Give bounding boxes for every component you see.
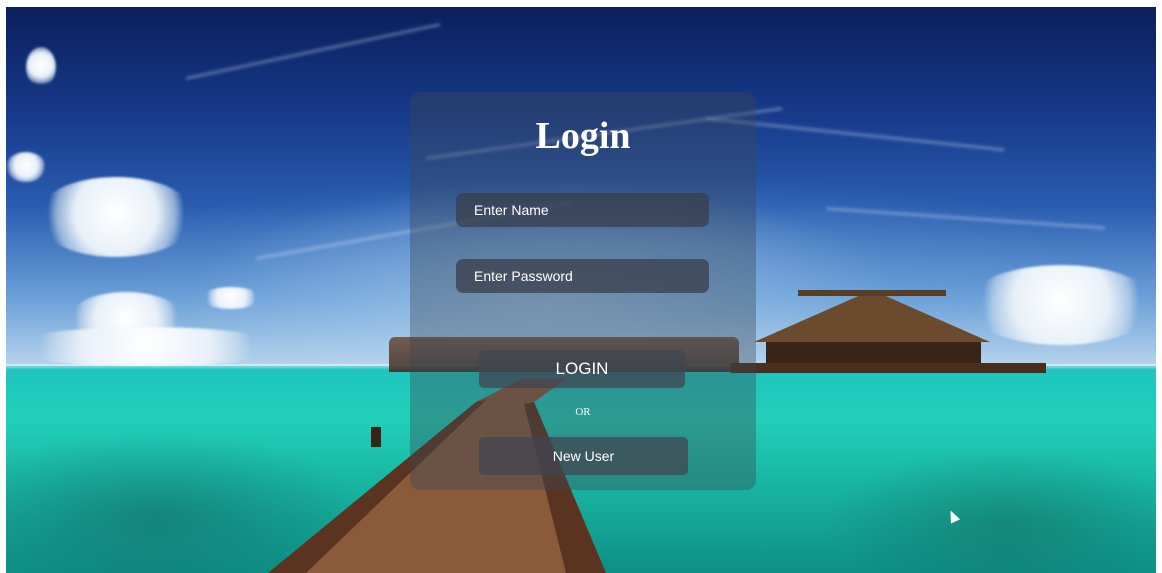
post [371,427,381,447]
page-background: Login LOGIN OR New User [6,7,1156,573]
login-title: Login [535,115,631,157]
login-panel: Login LOGIN OR New User [410,92,756,490]
or-separator: OR [575,406,591,418]
login-button[interactable]: LOGIN [479,350,685,388]
password-input[interactable] [456,259,709,293]
new-user-button[interactable]: New User [479,437,688,475]
name-input[interactable] [456,193,709,227]
